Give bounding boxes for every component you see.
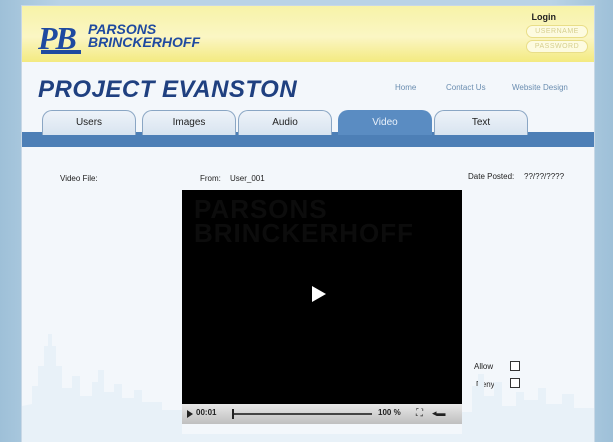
tab-video[interactable]: Video bbox=[338, 110, 432, 135]
company-logo: PB PARSONS BRINCKERHOFF bbox=[38, 16, 208, 56]
city-skyline-graphic bbox=[22, 334, 594, 442]
video-watermark-line2: BRINCKERHOFF bbox=[194, 218, 414, 248]
nav-link-website-design[interactable]: Website Design bbox=[512, 83, 568, 92]
login-label: Login bbox=[531, 12, 557, 22]
nav-link-contact[interactable]: Contact Us bbox=[446, 83, 486, 92]
username-input[interactable]: USERNAME bbox=[526, 25, 588, 38]
password-input[interactable]: PASSWORD bbox=[526, 40, 588, 53]
from-value: User_001 bbox=[230, 174, 265, 183]
video-file-label: Video File: bbox=[60, 174, 98, 183]
logo-name-line2: BRINCKERHOFF bbox=[88, 34, 200, 50]
tab-text[interactable]: Text bbox=[434, 110, 528, 135]
page-frame: PB PARSONS BRINCKERHOFF Login USERNAME P… bbox=[22, 6, 594, 442]
nav-link-home[interactable]: Home bbox=[395, 83, 416, 92]
page-title: PROJECT EVANSTON bbox=[38, 76, 298, 103]
header: PB PARSONS BRINCKERHOFF Login USERNAME P… bbox=[22, 6, 594, 62]
from-label: From: bbox=[200, 174, 221, 183]
tab-users[interactable]: Users bbox=[42, 110, 136, 135]
date-posted-value: ??/??/???? bbox=[524, 172, 565, 181]
tab-audio[interactable]: Audio bbox=[238, 110, 332, 135]
play-icon[interactable] bbox=[312, 286, 326, 302]
logo-underline bbox=[41, 50, 81, 54]
date-posted-label: Date Posted: bbox=[468, 172, 515, 181]
tab-images[interactable]: Images bbox=[142, 110, 236, 135]
